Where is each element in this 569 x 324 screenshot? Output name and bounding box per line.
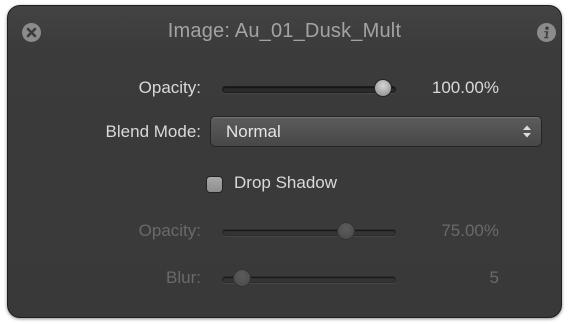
drop-shadow-label: Drop Shadow xyxy=(234,173,338,192)
opacity-slider-track xyxy=(222,86,396,93)
shadow-blur-slider-thumb[interactable] xyxy=(233,269,252,287)
opacity-value[interactable]: 100.00% xyxy=(403,78,499,98)
title-bar: Image: Au_01_Dusk_Mult xyxy=(8,6,561,56)
blend-mode-label: Blend Mode: xyxy=(105,122,201,141)
opacity-slider-thumb[interactable] xyxy=(374,79,392,97)
panel-title: Image: Au_01_Dusk_Mult xyxy=(167,20,402,42)
blend-mode-popup[interactable]: Normal xyxy=(210,116,542,147)
shadow-opacity-slider-track xyxy=(222,229,396,236)
shadow-opacity-label: Opacity: xyxy=(138,221,201,240)
shadow-blur-value[interactable]: 5 xyxy=(403,268,499,288)
blend-mode-selected: Normal xyxy=(226,122,281,141)
up-down-chevrons-icon xyxy=(522,124,532,144)
info-icon[interactable] xyxy=(537,23,556,42)
shadow-opacity-slider-thumb[interactable] xyxy=(337,222,355,240)
opacity-slider[interactable] xyxy=(222,79,396,99)
inspector-hud-panel: Image: Au_01_Dusk_Mult Opacity: 100.00% … xyxy=(7,5,562,318)
shadow-opacity-value[interactable]: 75.00% xyxy=(403,221,499,241)
drop-shadow-checkbox[interactable] xyxy=(206,176,223,193)
opacity-label: Opacity: xyxy=(138,78,201,97)
shadow-blur-label: Blur: xyxy=(166,268,201,287)
shadow-blur-slider[interactable] xyxy=(222,269,396,289)
shadow-opacity-slider[interactable] xyxy=(222,222,396,242)
